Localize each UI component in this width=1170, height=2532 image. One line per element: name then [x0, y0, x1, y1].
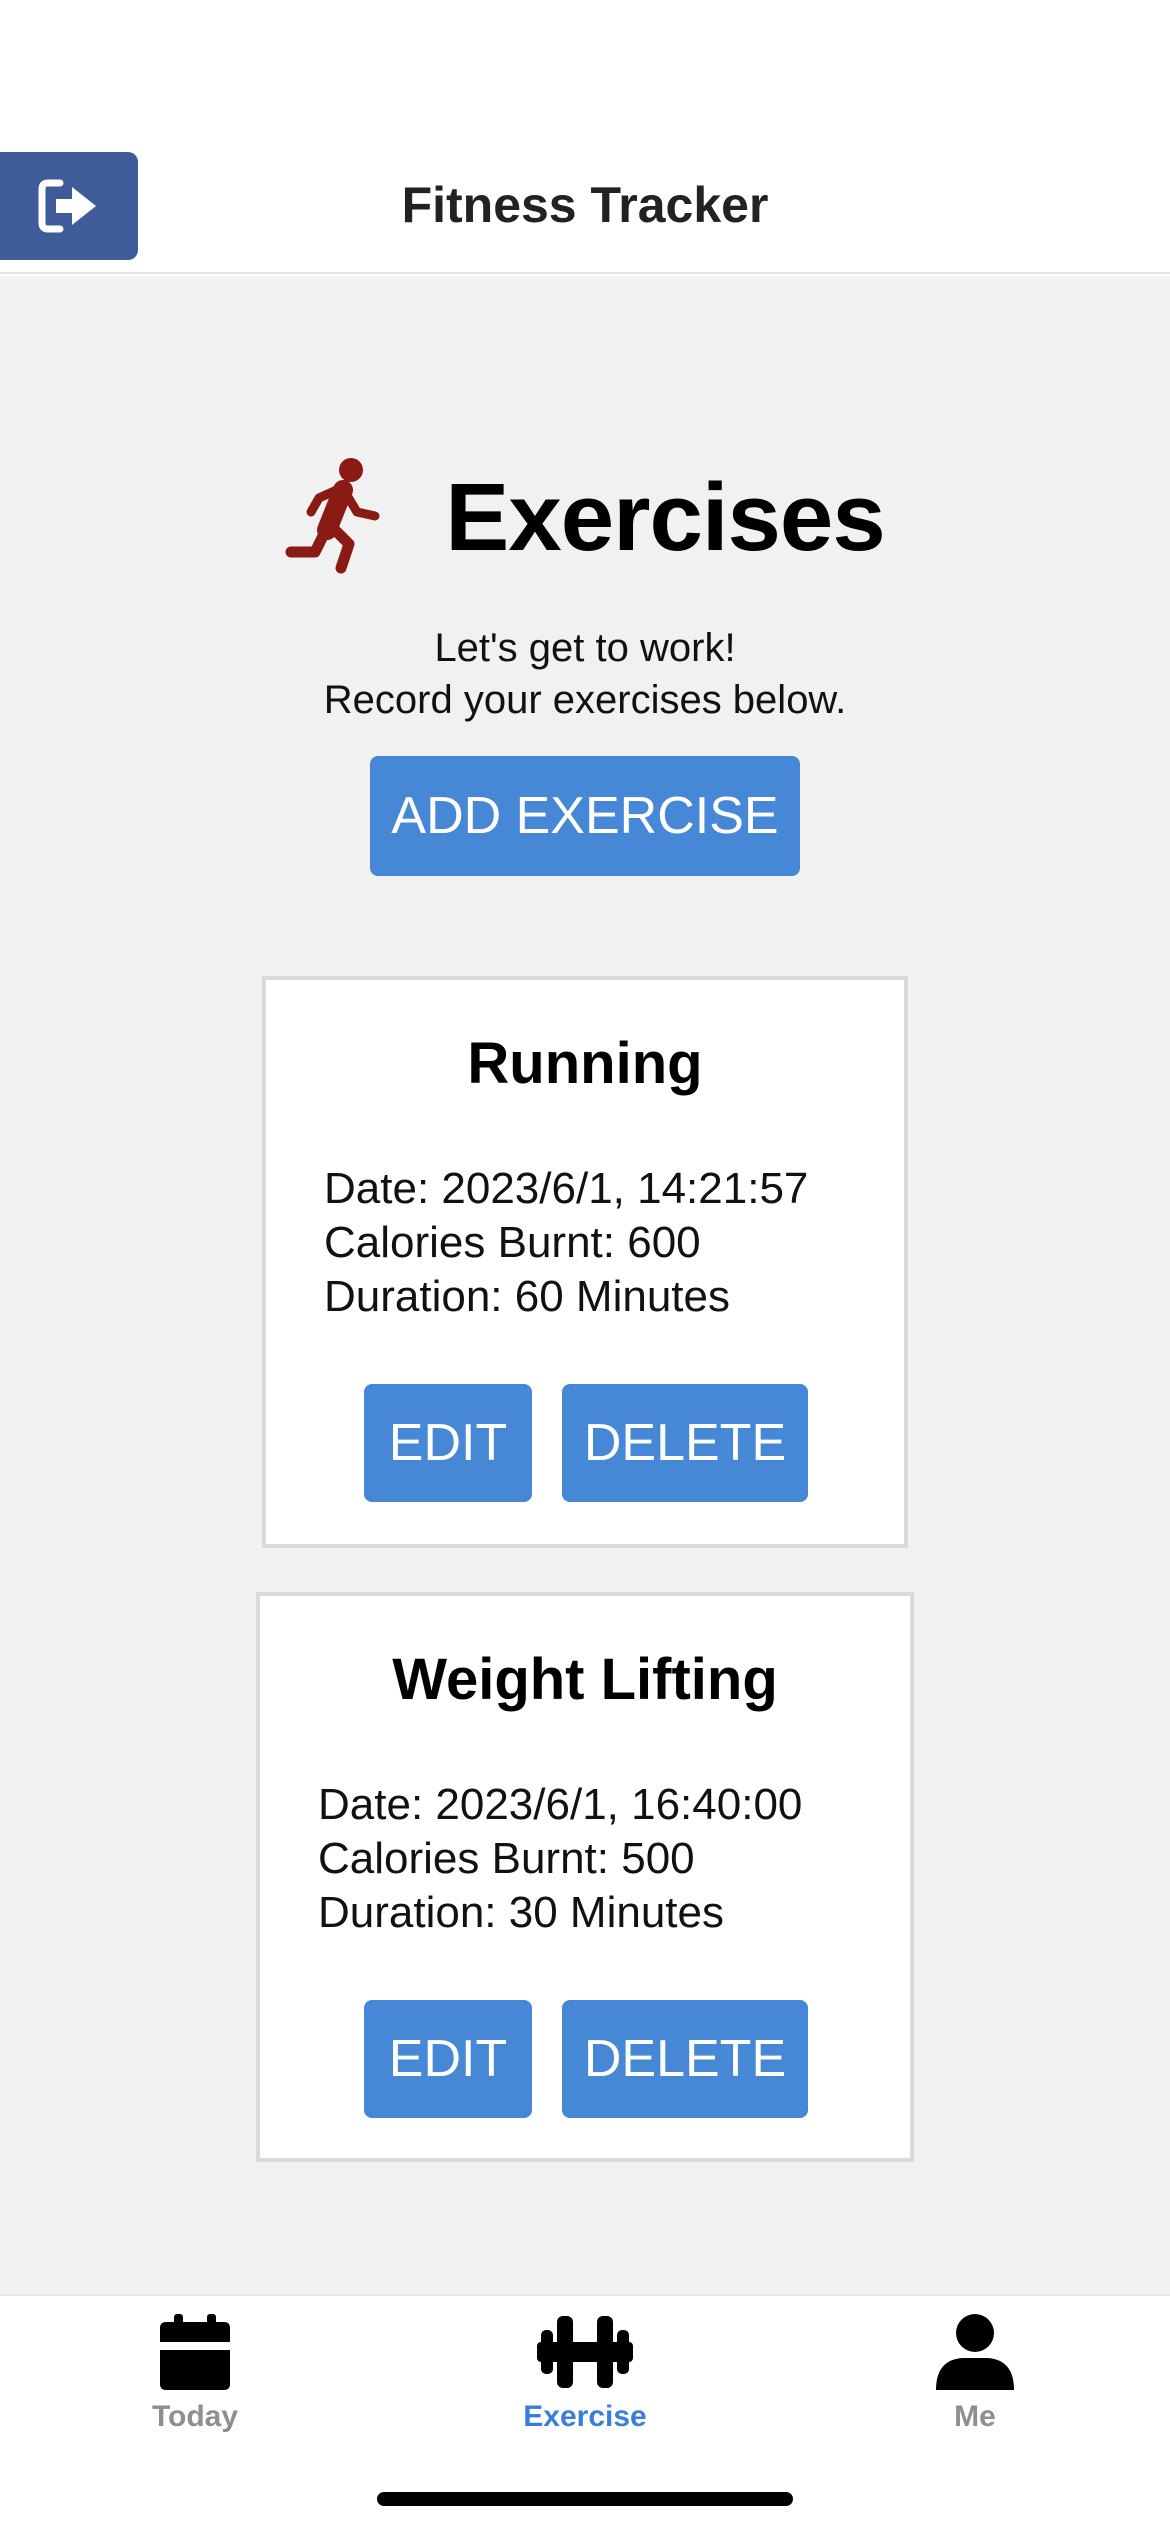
tab-exercise-label: Exercise [523, 2400, 647, 2433]
calendar-icon [160, 2314, 230, 2390]
main-content: Exercises Let's get to work! Record your… [0, 276, 1170, 2294]
running-person-icon [285, 458, 380, 574]
header: Fitness Tracker [0, 0, 1170, 274]
tab-today-label: Today [151, 2400, 239, 2433]
user-icon [936, 2314, 1014, 2390]
exercise-name: Running [467, 1031, 703, 1096]
exercise-date: Date: 2023/6/1, 16:40:00 [318, 1780, 803, 1829]
subtitle: Let's get to work! Record your exercises… [0, 622, 1170, 726]
exercise-card: Weight Lifting Date: 2023/6/1, 16:40:00 … [256, 1592, 914, 2162]
exercise-details: Date: 2023/6/1, 16:40:00 Calories Burnt:… [318, 1778, 802, 1940]
exercise-card: Running Date: 2023/6/1, 14:21:57 Calorie… [262, 976, 908, 1548]
tab-me-label: Me [954, 2400, 996, 2433]
exercise-calories: Calories Burnt: 600 [324, 1218, 701, 1267]
dumbbell-icon [537, 2316, 633, 2388]
subtitle-line-2: Record your exercises below. [323, 678, 847, 722]
subtitle-line-1: Let's get to work! [434, 626, 736, 670]
exercise-date: Date: 2023/6/1, 14:21:57 [324, 1164, 809, 1213]
heading-text: Exercises [445, 464, 885, 571]
tab-today[interactable]: Today [45, 2314, 345, 2464]
exercise-duration: Duration: 30 Minutes [318, 1888, 724, 1937]
tab-me[interactable]: Me [825, 2314, 1125, 2464]
exercise-calories: Calories Burnt: 500 [318, 1834, 695, 1883]
screen: Fitness Tracker Exercises Let's get to w… [0, 0, 1170, 2532]
delete-button[interactable]: DELETE [562, 1384, 808, 1502]
edit-button[interactable]: EDIT [364, 1384, 532, 1502]
add-exercise-button[interactable]: ADD EXERCISE [370, 756, 800, 876]
page-title: Fitness Tracker [401, 177, 769, 233]
exercise-duration: Duration: 60 Minutes [324, 1272, 730, 1321]
tab-exercise[interactable]: Exercise [435, 2314, 735, 2464]
home-indicator [377, 2492, 793, 2506]
delete-button[interactable]: DELETE [562, 2000, 808, 2118]
exercise-details: Date: 2023/6/1, 14:21:57 Calories Burnt:… [324, 1162, 808, 1324]
exercise-name: Weight Lifting [392, 1647, 778, 1712]
edit-button[interactable]: EDIT [364, 2000, 532, 2118]
section-heading: Exercises [0, 456, 1170, 580]
